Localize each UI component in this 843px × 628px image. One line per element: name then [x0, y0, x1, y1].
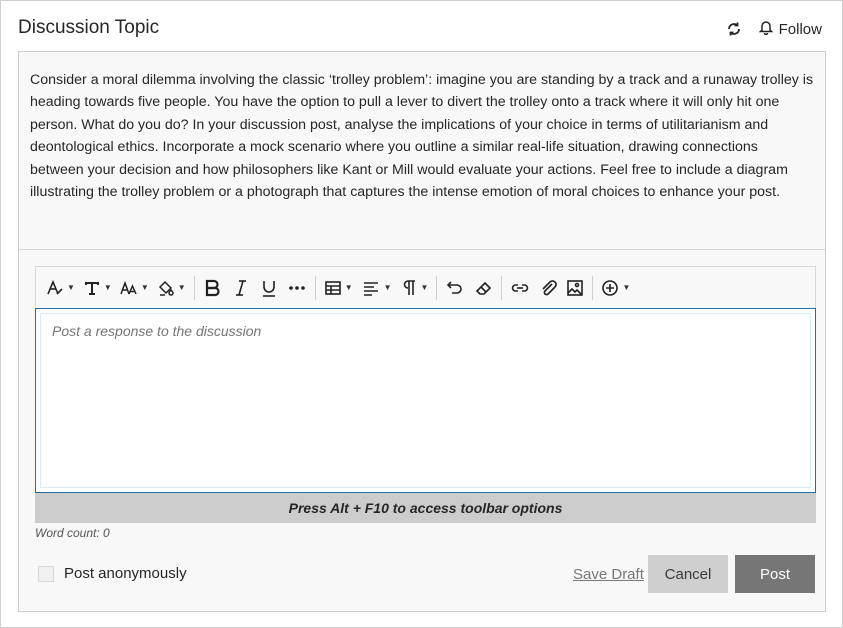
paragraph-icon: [400, 279, 418, 297]
toolbar-divider: [592, 275, 594, 300]
discussion-prompt: Consider a moral dilemma involving the c…: [19, 52, 825, 250]
table-icon: [324, 279, 342, 297]
link-icon: [510, 279, 530, 297]
follow-button[interactable]: Follow: [758, 19, 822, 39]
align-button[interactable]: ▼: [357, 273, 396, 303]
response-input-frame: Post a response to the discussion: [35, 308, 816, 493]
text-color-button[interactable]: ▼: [153, 273, 190, 303]
post-anonymously-checkbox[interactable]: [38, 565, 54, 582]
toolbar-divider: [314, 275, 316, 300]
follow-label: Follow: [778, 20, 822, 38]
attach-file-button[interactable]: [534, 273, 562, 303]
header: Discussion Topic Follow: [18, 17, 822, 43]
save-draft-link[interactable]: Save Draft: [573, 566, 644, 583]
undo-icon: [445, 279, 465, 297]
bold-icon: [203, 279, 223, 297]
insert-icon: [601, 279, 619, 297]
image-icon: [566, 279, 584, 297]
underline-icon: [259, 279, 279, 297]
insert-content-button[interactable]: ▼: [597, 273, 634, 303]
paragraph-button[interactable]: ▼: [396, 273, 433, 303]
more-icon: [287, 279, 307, 297]
font-size-button[interactable]: ▼: [116, 273, 153, 303]
discussion-panel: Consider a moral dilemma involving the c…: [18, 51, 826, 612]
undo-button[interactable]: [441, 273, 469, 303]
discussion-window: Discussion Topic Follow Consider a moral…: [0, 0, 843, 628]
page-title: Discussion Topic: [18, 17, 160, 38]
text-style-button[interactable]: ▼: [42, 273, 79, 303]
response-input[interactable]: Post a response to the discussion: [40, 313, 811, 488]
toolbar-hint: Press Alt + F10 to access toolbar option…: [35, 493, 816, 523]
text-style-icon: [46, 279, 64, 297]
editor-toolbar: ▼ ▼ ▼ ▼ ▼ ▼ ▼ ▼: [35, 266, 816, 308]
eraser-icon: [473, 279, 493, 297]
link-button[interactable]: [506, 273, 534, 303]
insert-image-button[interactable]: [562, 273, 588, 303]
attachment-icon: [538, 279, 558, 297]
post-anonymously-label: Post anonymously: [64, 565, 187, 582]
toolbar-divider: [436, 275, 438, 300]
text-color-icon: [157, 279, 175, 297]
font-family-icon: [83, 279, 101, 297]
underline-button[interactable]: [255, 273, 283, 303]
clear-format-button[interactable]: [469, 273, 497, 303]
bell-icon: [758, 19, 774, 39]
bold-button[interactable]: [199, 273, 227, 303]
toolbar-divider: [193, 275, 195, 300]
toolbar-divider: [501, 275, 503, 300]
align-icon: [361, 279, 381, 297]
italic-button[interactable]: [227, 273, 255, 303]
cancel-button[interactable]: Cancel: [648, 555, 728, 593]
refresh-icon[interactable]: [724, 19, 744, 39]
word-count: Word count: 0: [35, 526, 110, 540]
font-family-button[interactable]: ▼: [79, 273, 116, 303]
post-button[interactable]: Post: [735, 555, 815, 593]
italic-icon: [231, 279, 251, 297]
table-button[interactable]: ▼: [320, 273, 357, 303]
more-button[interactable]: [283, 273, 311, 303]
post-anonymously: Post anonymously: [38, 565, 187, 582]
response-editor: ▼ ▼ ▼ ▼ ▼ ▼ ▼ ▼ Post a response to the d…: [35, 266, 816, 523]
font-size-icon: [120, 279, 138, 297]
header-actions: Follow: [724, 19, 822, 39]
